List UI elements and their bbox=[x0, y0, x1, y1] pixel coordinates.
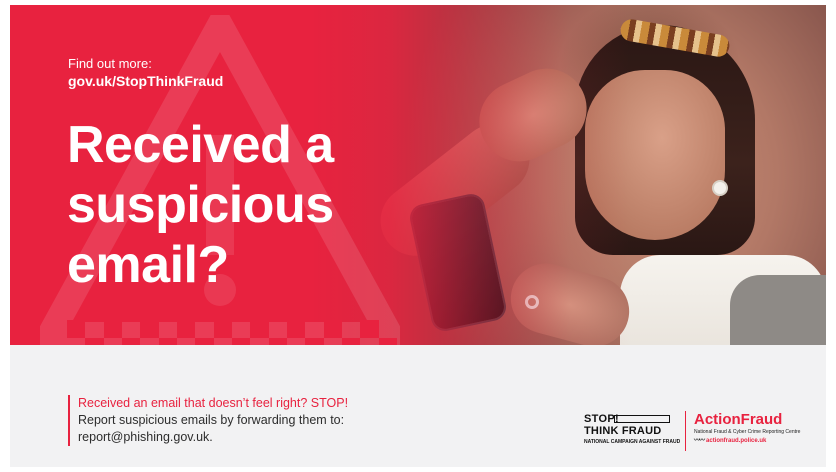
report-email-link[interactable]: report@phishing.gov.uk. bbox=[78, 429, 348, 446]
action-fraud-name: ActionFraud bbox=[694, 411, 783, 428]
action-fraud-logo: ActionFraud National Fraud & Cyber Crime… bbox=[694, 411, 806, 451]
action-fraud-url[interactable]: 〰〰 actionfraud.police.uk bbox=[694, 437, 766, 445]
logo-divider bbox=[685, 411, 686, 451]
think-fraud-text: THINK FRAUD bbox=[584, 425, 662, 437]
campaign-poster: Find out more: gov.uk/StopThinkFraud Rec… bbox=[10, 5, 826, 467]
partner-logos: STOP! THINK FRAUD NATIONAL CAMPAIGN AGAI… bbox=[584, 411, 804, 451]
headline: Received a suspicious email? bbox=[67, 115, 467, 295]
message-headline: Received an email that doesn’t feel righ… bbox=[78, 396, 349, 410]
headline-line: suspicious bbox=[67, 176, 334, 234]
find-out-more-label: Find out more: bbox=[68, 56, 152, 71]
campaign-url-link[interactable]: gov.uk/StopThinkFraud bbox=[68, 72, 223, 90]
hero-banner: Find out more: gov.uk/StopThinkFraud Rec… bbox=[10, 5, 826, 345]
headline-line: email? bbox=[67, 236, 229, 294]
wave-icon: 〰〰 bbox=[694, 438, 705, 444]
info-panel: Received an email that doesn’t feel righ… bbox=[10, 345, 826, 467]
message-instruction: Report suspicious emails by forwarding t… bbox=[78, 413, 345, 427]
stop-think-fraud-logo: STOP! THINK FRAUD NATIONAL CAMPAIGN AGAI… bbox=[584, 414, 680, 448]
stf-tagline: NATIONAL CAMPAIGN AGAINST FRAUD bbox=[584, 439, 681, 445]
report-message: Received an email that doesn’t feel righ… bbox=[68, 395, 348, 446]
action-fraud-subtitle: National Fraud & Cyber Crime Reporting C… bbox=[694, 429, 801, 435]
headline-line: Received a bbox=[67, 116, 334, 174]
